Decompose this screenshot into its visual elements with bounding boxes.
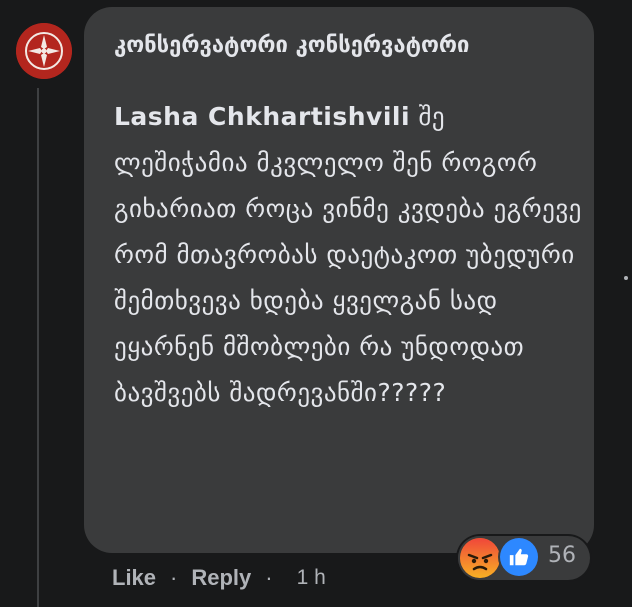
like-button[interactable]: Like [112,565,156,591]
like-icon [500,538,538,576]
comment-actions: Like · Reply · 1 h [112,562,326,594]
comment-text: შე ლეშიჭამია მკვლელო შენ როგორ გიხარიათ … [114,102,582,407]
reply-button[interactable]: Reply [191,565,251,591]
more-options-icon[interactable] [624,276,628,280]
comment-timestamp[interactable]: 1 h [297,566,326,590]
separator-dot: · [265,565,273,590]
separator-dot: · [170,565,178,590]
thread-line [37,88,39,607]
comment-body: Lasha Chkhartishvili შე ლეშიჭამია მკვლელ… [114,94,584,416]
reaction-count[interactable]: 56 [548,543,576,568]
mention-link[interactable]: Lasha Chkhartishvili [114,102,410,131]
angry-icon [460,538,500,578]
comment-author[interactable]: კონსერვატორი კონსერვატორი [114,30,574,62]
cross-emblem-icon [16,23,72,79]
avatar[interactable] [16,23,72,79]
